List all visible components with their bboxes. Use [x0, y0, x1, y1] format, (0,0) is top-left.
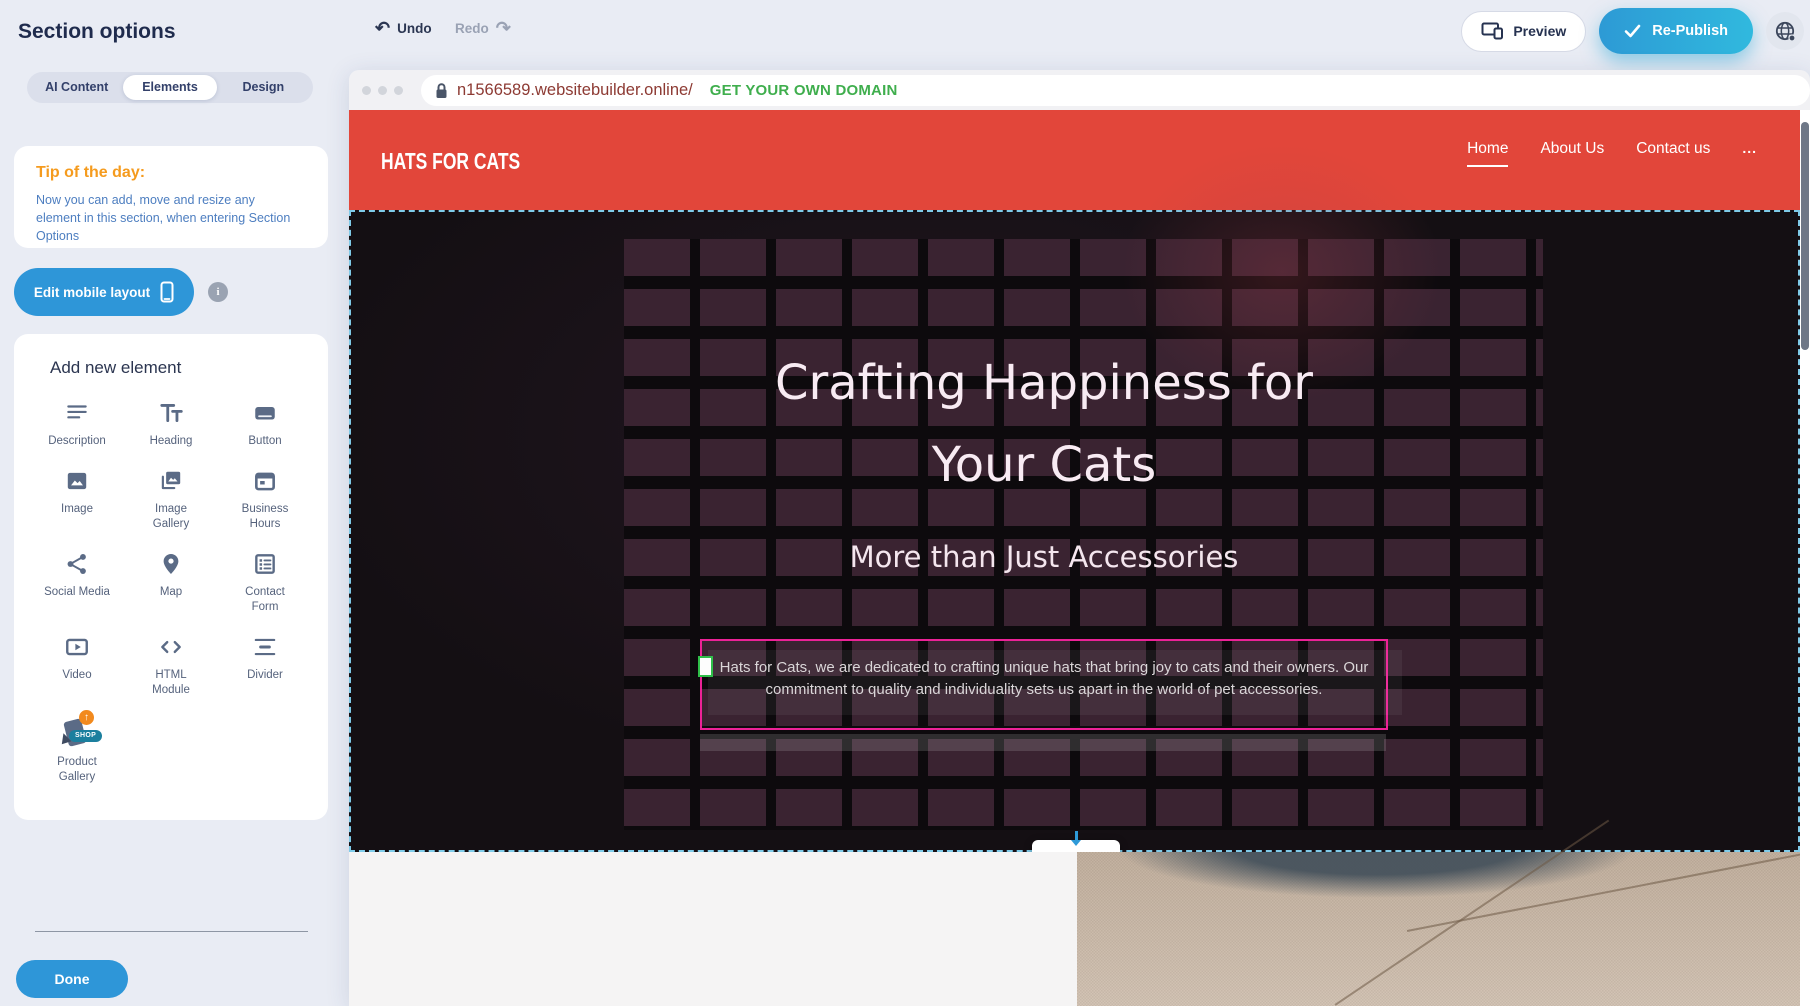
- html-module-icon: [158, 634, 184, 660]
- url-bar[interactable]: n1566589.websitebuilder.online/ GET YOUR…: [421, 75, 1810, 106]
- edit-mobile-layout-label: Edit mobile layout: [34, 285, 150, 300]
- tip-of-the-day-card: Tip of the day: Now you can add, move an…: [14, 146, 328, 248]
- republish-button[interactable]: Re-Publish: [1599, 8, 1753, 54]
- description-icon: [64, 400, 90, 426]
- tip-title: Tip of the day:: [36, 164, 306, 182]
- window-controls: [362, 86, 403, 95]
- tip-body: Now you can add, move and resize any ele…: [36, 191, 292, 245]
- topbar: Undo Redo Preview Re-Publish: [349, 0, 1810, 62]
- site-nav: Home About Us Contact us ...: [1467, 140, 1757, 167]
- element-item-social-media[interactable]: Social Media: [33, 551, 121, 615]
- image-icon: [64, 468, 90, 494]
- element-item-video[interactable]: Video: [33, 634, 121, 698]
- panel-divider: [35, 931, 308, 932]
- hero-section-selected[interactable]: Crafting Happiness for Your Cats More th…: [349, 210, 1800, 852]
- shop-badge: SHOP: [69, 730, 102, 742]
- element-item-description[interactable]: Description: [33, 400, 121, 449]
- undo-label: Undo: [397, 21, 432, 36]
- preview-button[interactable]: Preview: [1461, 11, 1586, 52]
- floor-photo: [1077, 852, 1800, 1006]
- divider-icon: [252, 634, 278, 660]
- panel-tabs: AI Content Elements Design: [27, 72, 313, 103]
- hero-paragraph[interactable]: Hats for Cats, we are dedicated to craft…: [702, 657, 1386, 701]
- tab-ai-content[interactable]: AI Content: [30, 75, 123, 100]
- business-hours-icon: [252, 468, 278, 494]
- button-icon: [252, 400, 278, 426]
- window-dot: [394, 86, 403, 95]
- selected-text-element[interactable]: Hats for Cats, we are dedicated to craft…: [700, 639, 1388, 730]
- nav-item-home[interactable]: Home: [1467, 140, 1508, 167]
- scrollbar[interactable]: [1800, 110, 1810, 1006]
- upload-arrow-icon: [79, 710, 94, 725]
- window-dot: [362, 86, 371, 95]
- site-preview-window: n1566589.websitebuilder.online/ GET YOUR…: [349, 70, 1810, 1006]
- video-icon: [64, 634, 90, 660]
- element-drop-ghost: [700, 734, 1386, 751]
- done-label: Done: [55, 971, 90, 987]
- add-element-title: Add new element: [14, 358, 328, 378]
- lock-icon: [435, 82, 448, 99]
- map-icon: [158, 551, 184, 577]
- add-element-card: Add new element Description Heading Butt…: [14, 334, 328, 820]
- element-item-html-module[interactable]: HTML Module: [127, 634, 215, 698]
- site-header[interactable]: HATS FOR CATS Home About Us Contact us .…: [349, 110, 1800, 210]
- element-item-image-gallery[interactable]: Image Gallery: [127, 468, 215, 532]
- contact-form-icon: [252, 551, 278, 577]
- redo-icon: [496, 18, 511, 39]
- image-gallery-icon: [158, 468, 184, 494]
- social-media-icon: [64, 551, 90, 577]
- edit-mobile-layout-button[interactable]: Edit mobile layout: [14, 268, 194, 316]
- hero-heading[interactable]: Crafting Happiness for Your Cats: [734, 342, 1354, 506]
- devices-icon: [1481, 22, 1504, 40]
- heading-icon: [158, 400, 184, 426]
- element-item-button[interactable]: Button: [221, 400, 309, 449]
- undo-icon: [375, 18, 390, 39]
- topbar-actions: Preview Re-Publish: [1461, 6, 1804, 56]
- element-item-business-hours[interactable]: Business Hours: [221, 468, 309, 532]
- redo-button[interactable]: Redo: [455, 18, 511, 39]
- info-icon[interactable]: [208, 282, 228, 302]
- product-gallery-icon: SHOP: [60, 717, 94, 747]
- tab-elements[interactable]: Elements: [123, 75, 216, 100]
- get-domain-link[interactable]: GET YOUR OWN DOMAIN: [710, 82, 898, 99]
- element-item-divider[interactable]: Divider: [221, 634, 309, 698]
- redo-label: Redo: [455, 21, 489, 36]
- window-dot: [378, 86, 387, 95]
- done-button[interactable]: Done: [16, 960, 128, 998]
- nav-item-about-us[interactable]: About Us: [1540, 140, 1604, 158]
- site-logo[interactable]: HATS FOR CATS: [381, 148, 520, 175]
- nav-item-contact-us[interactable]: Contact us: [1636, 140, 1710, 158]
- tab-design[interactable]: Design: [217, 75, 310, 100]
- globe-icon: [1774, 20, 1796, 42]
- hero-subheading[interactable]: More than Just Accessories: [351, 540, 1737, 574]
- phone-icon: [160, 281, 174, 303]
- section-options-panel: Section options AI Content Elements Desi…: [0, 0, 349, 1006]
- check-icon: [1624, 24, 1641, 38]
- element-item-map[interactable]: Map: [127, 551, 215, 615]
- site-url: n1566589.websitebuilder.online/: [457, 81, 693, 100]
- nav-more-menu[interactable]: ...: [1742, 140, 1757, 156]
- next-section[interactable]: [349, 852, 1800, 1006]
- element-item-heading[interactable]: Heading: [127, 400, 215, 449]
- undo-button[interactable]: Undo: [375, 18, 432, 39]
- preview-label: Preview: [1513, 23, 1566, 39]
- element-item-product-gallery[interactable]: SHOP Product Gallery: [33, 717, 121, 785]
- scrollbar-thumb[interactable]: [1801, 122, 1809, 350]
- tile-seam: [1407, 850, 1800, 932]
- page-title: Section options: [18, 20, 176, 44]
- publish-settings-button[interactable]: [1766, 12, 1804, 50]
- browser-chrome: n1566589.websitebuilder.online/ GET YOUR…: [349, 70, 1810, 110]
- republish-label: Re-Publish: [1652, 23, 1728, 39]
- element-item-contact-form[interactable]: Contact Form: [221, 551, 309, 615]
- element-item-image[interactable]: Image: [33, 468, 121, 532]
- element-grid: Description Heading Button Image Image G…: [14, 400, 328, 784]
- site-canvas: HATS FOR CATS Home About Us Contact us .…: [349, 110, 1800, 1006]
